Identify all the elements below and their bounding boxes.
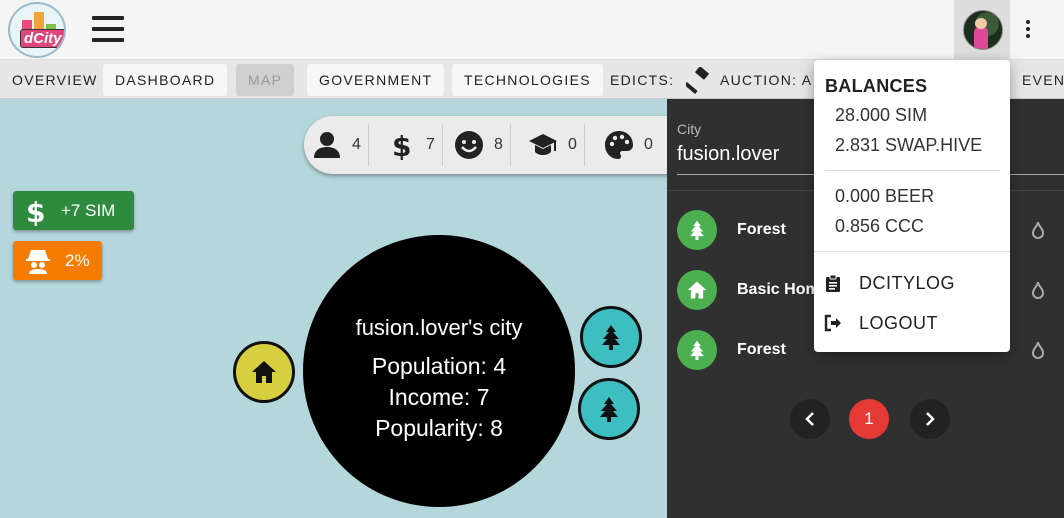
building-name: Forest (737, 341, 786, 358)
page-button-current[interactable]: 1 (849, 399, 889, 439)
stat-value: 0 (644, 136, 653, 153)
city-income: Income: 7 (388, 384, 490, 410)
person-icon (314, 132, 340, 158)
house-building-node[interactable] (233, 341, 295, 403)
stat-culture: 0 (604, 116, 653, 174)
dollar-icon: $ (392, 130, 411, 160)
crime-rate-label: 2% (65, 250, 90, 270)
nav-auction[interactable]: AUCTION: A (674, 64, 824, 96)
gavel-icon (686, 67, 709, 95)
flame-icon[interactable] (1028, 220, 1048, 240)
stat-education: 0 (528, 116, 585, 174)
dollar-icon: $ (26, 196, 45, 226)
nav-auction-label: AUCTION: A (720, 72, 813, 88)
smile-icon (455, 131, 483, 159)
logout-icon (824, 314, 841, 332)
logo-text: dCity (20, 29, 64, 48)
balance-swap-hive: 2.831 SWAP.HIVE (835, 135, 983, 155)
city-population: Population: 4 (371, 353, 507, 379)
sim-income-badge[interactable]: $ +7 SIM (13, 191, 134, 230)
user-avatar-button[interactable] (954, 0, 1010, 60)
prev-page-button[interactable] (790, 399, 830, 439)
stat-value: 7 (426, 136, 435, 153)
balance-sim: 28.000 SIM (835, 105, 928, 125)
more-vert-icon[interactable] (1018, 18, 1038, 42)
building-icon-badge (677, 210, 717, 250)
city-field-label: City (677, 121, 702, 137)
forest-building-node[interactable] (578, 378, 640, 440)
next-page-button[interactable] (910, 399, 950, 439)
menu-icon[interactable] (92, 16, 124, 44)
nav-overview[interactable]: OVERVIEW (0, 64, 110, 96)
divider (825, 170, 1000, 171)
city-title: fusion.lover's city (355, 315, 523, 340)
stat-income: $ 7 (386, 116, 443, 174)
nav-events[interactable]: EVEN (1010, 64, 1064, 96)
city-summary-circle[interactable]: fusion.lover's city Population: 4 Income… (303, 235, 575, 507)
flame-icon[interactable] (1028, 340, 1048, 360)
tree-icon (690, 220, 704, 240)
building-icon-badge (677, 270, 717, 310)
stat-value: 8 (494, 136, 503, 153)
balance-beer: 0.000 BEER (835, 186, 935, 206)
home-icon (252, 361, 276, 383)
home-icon (687, 281, 707, 299)
city-stats-bar: 4 $ 7 8 0 0 (304, 116, 676, 174)
spy-icon (26, 249, 50, 274)
city-field-value[interactable]: fusion.lover (677, 143, 779, 166)
menu-item-label: DCITYLOG (859, 272, 956, 293)
building-name: Forest (737, 221, 786, 238)
menu-item-dcitylog[interactable]: DCITYLOG (824, 268, 1000, 298)
tree-icon (600, 397, 618, 422)
sim-income-label: +7 SIM (61, 200, 116, 220)
nav-government[interactable]: GOVERNMENT (307, 64, 445, 96)
graduation-cap-icon (529, 134, 557, 155)
tree-icon (690, 340, 704, 360)
stat-value: 0 (568, 136, 577, 153)
nav-technologies[interactable]: TECHNOLOGIES (452, 64, 603, 96)
chevron-left-icon (805, 412, 814, 426)
stat-value: 4 (352, 136, 361, 153)
top-app-bar: dCity (0, 0, 1064, 60)
dcity-logo[interactable]: dCity (8, 2, 66, 58)
stat-popularity: 8 (454, 116, 511, 174)
building-name: Basic Hom (737, 281, 820, 298)
chevron-right-icon (926, 412, 935, 426)
balance-ccc: 0.856 CCC (835, 216, 925, 236)
svg-text:$: $ (392, 130, 411, 160)
forest-building-node[interactable] (580, 306, 642, 368)
clipboard-icon (826, 274, 840, 292)
menu-item-label: LOGOUT (859, 312, 939, 333)
palette-icon (605, 131, 633, 159)
flame-icon[interactable] (1028, 280, 1048, 300)
menu-item-logout[interactable]: LOGOUT (824, 308, 1000, 338)
nav-map[interactable]: MAP (236, 64, 295, 96)
nav-dashboard[interactable]: DASHBOARD (103, 64, 228, 96)
building-icon-badge (677, 330, 717, 370)
balances-dropdown: BALANCES 28.000 SIM 2.831 SWAP.HIVE 0.00… (814, 60, 1010, 352)
city-popularity: Popularity: 8 (375, 415, 503, 441)
crime-rate-badge[interactable]: 2% (13, 241, 102, 280)
divider (814, 251, 1010, 252)
svg-text:$: $ (26, 196, 45, 226)
stat-population: 4 (312, 116, 369, 174)
balances-heading: BALANCES (825, 76, 928, 96)
tree-icon (602, 325, 620, 350)
avatar (963, 10, 1003, 50)
